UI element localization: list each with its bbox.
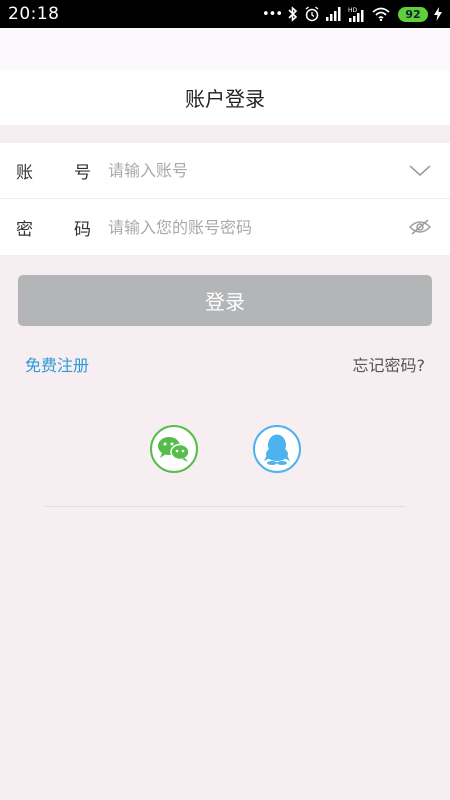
password-row: 密 码 [0, 199, 450, 255]
signal-icon [326, 7, 342, 21]
status-bar: 20:18 ••• HD 92 [0, 0, 450, 28]
qq-icon [264, 434, 290, 465]
account-row: 账 号 [0, 143, 450, 199]
header-spacer [0, 28, 450, 70]
register-link[interactable]: 免费注册 [25, 352, 89, 376]
login-form: 账 号 密 码 [0, 143, 450, 255]
link-row: 免费注册 忘记密码? [0, 352, 450, 376]
battery-icon: 92 [398, 6, 428, 22]
svg-text:HD: HD [348, 7, 358, 14]
login-button[interactable]: 登录 [18, 275, 432, 326]
wechat-login-button[interactable] [150, 425, 198, 473]
account-label-first: 账 [16, 163, 33, 183]
password-input[interactable] [108, 217, 400, 237]
wifi-icon [372, 7, 390, 21]
status-time: 20:18 [8, 4, 60, 24]
page-title: 账户登录 [185, 87, 265, 111]
bottom-divider [45, 506, 405, 507]
qq-login-button[interactable] [253, 425, 301, 473]
wechat-icon [158, 437, 190, 462]
eye-hidden-icon[interactable] [400, 207, 440, 247]
forgot-password-link[interactable]: 忘记密码? [353, 352, 426, 376]
password-label-first: 密 [16, 219, 33, 240]
chevron-down-icon[interactable] [400, 151, 440, 191]
navbar: 账户登录 [0, 70, 450, 125]
alarm-icon [304, 6, 320, 22]
more-dots-icon: ••• [261, 6, 283, 22]
charging-icon [434, 7, 442, 21]
hd-signal-icon: HD [348, 6, 366, 22]
social-login [0, 425, 450, 473]
bluetooth-icon [288, 6, 298, 22]
account-input[interactable] [108, 161, 400, 180]
password-label-second: 码 [74, 219, 91, 240]
account-label-second: 号 [74, 163, 91, 183]
status-icons: ••• HD 92 [262, 6, 442, 22]
